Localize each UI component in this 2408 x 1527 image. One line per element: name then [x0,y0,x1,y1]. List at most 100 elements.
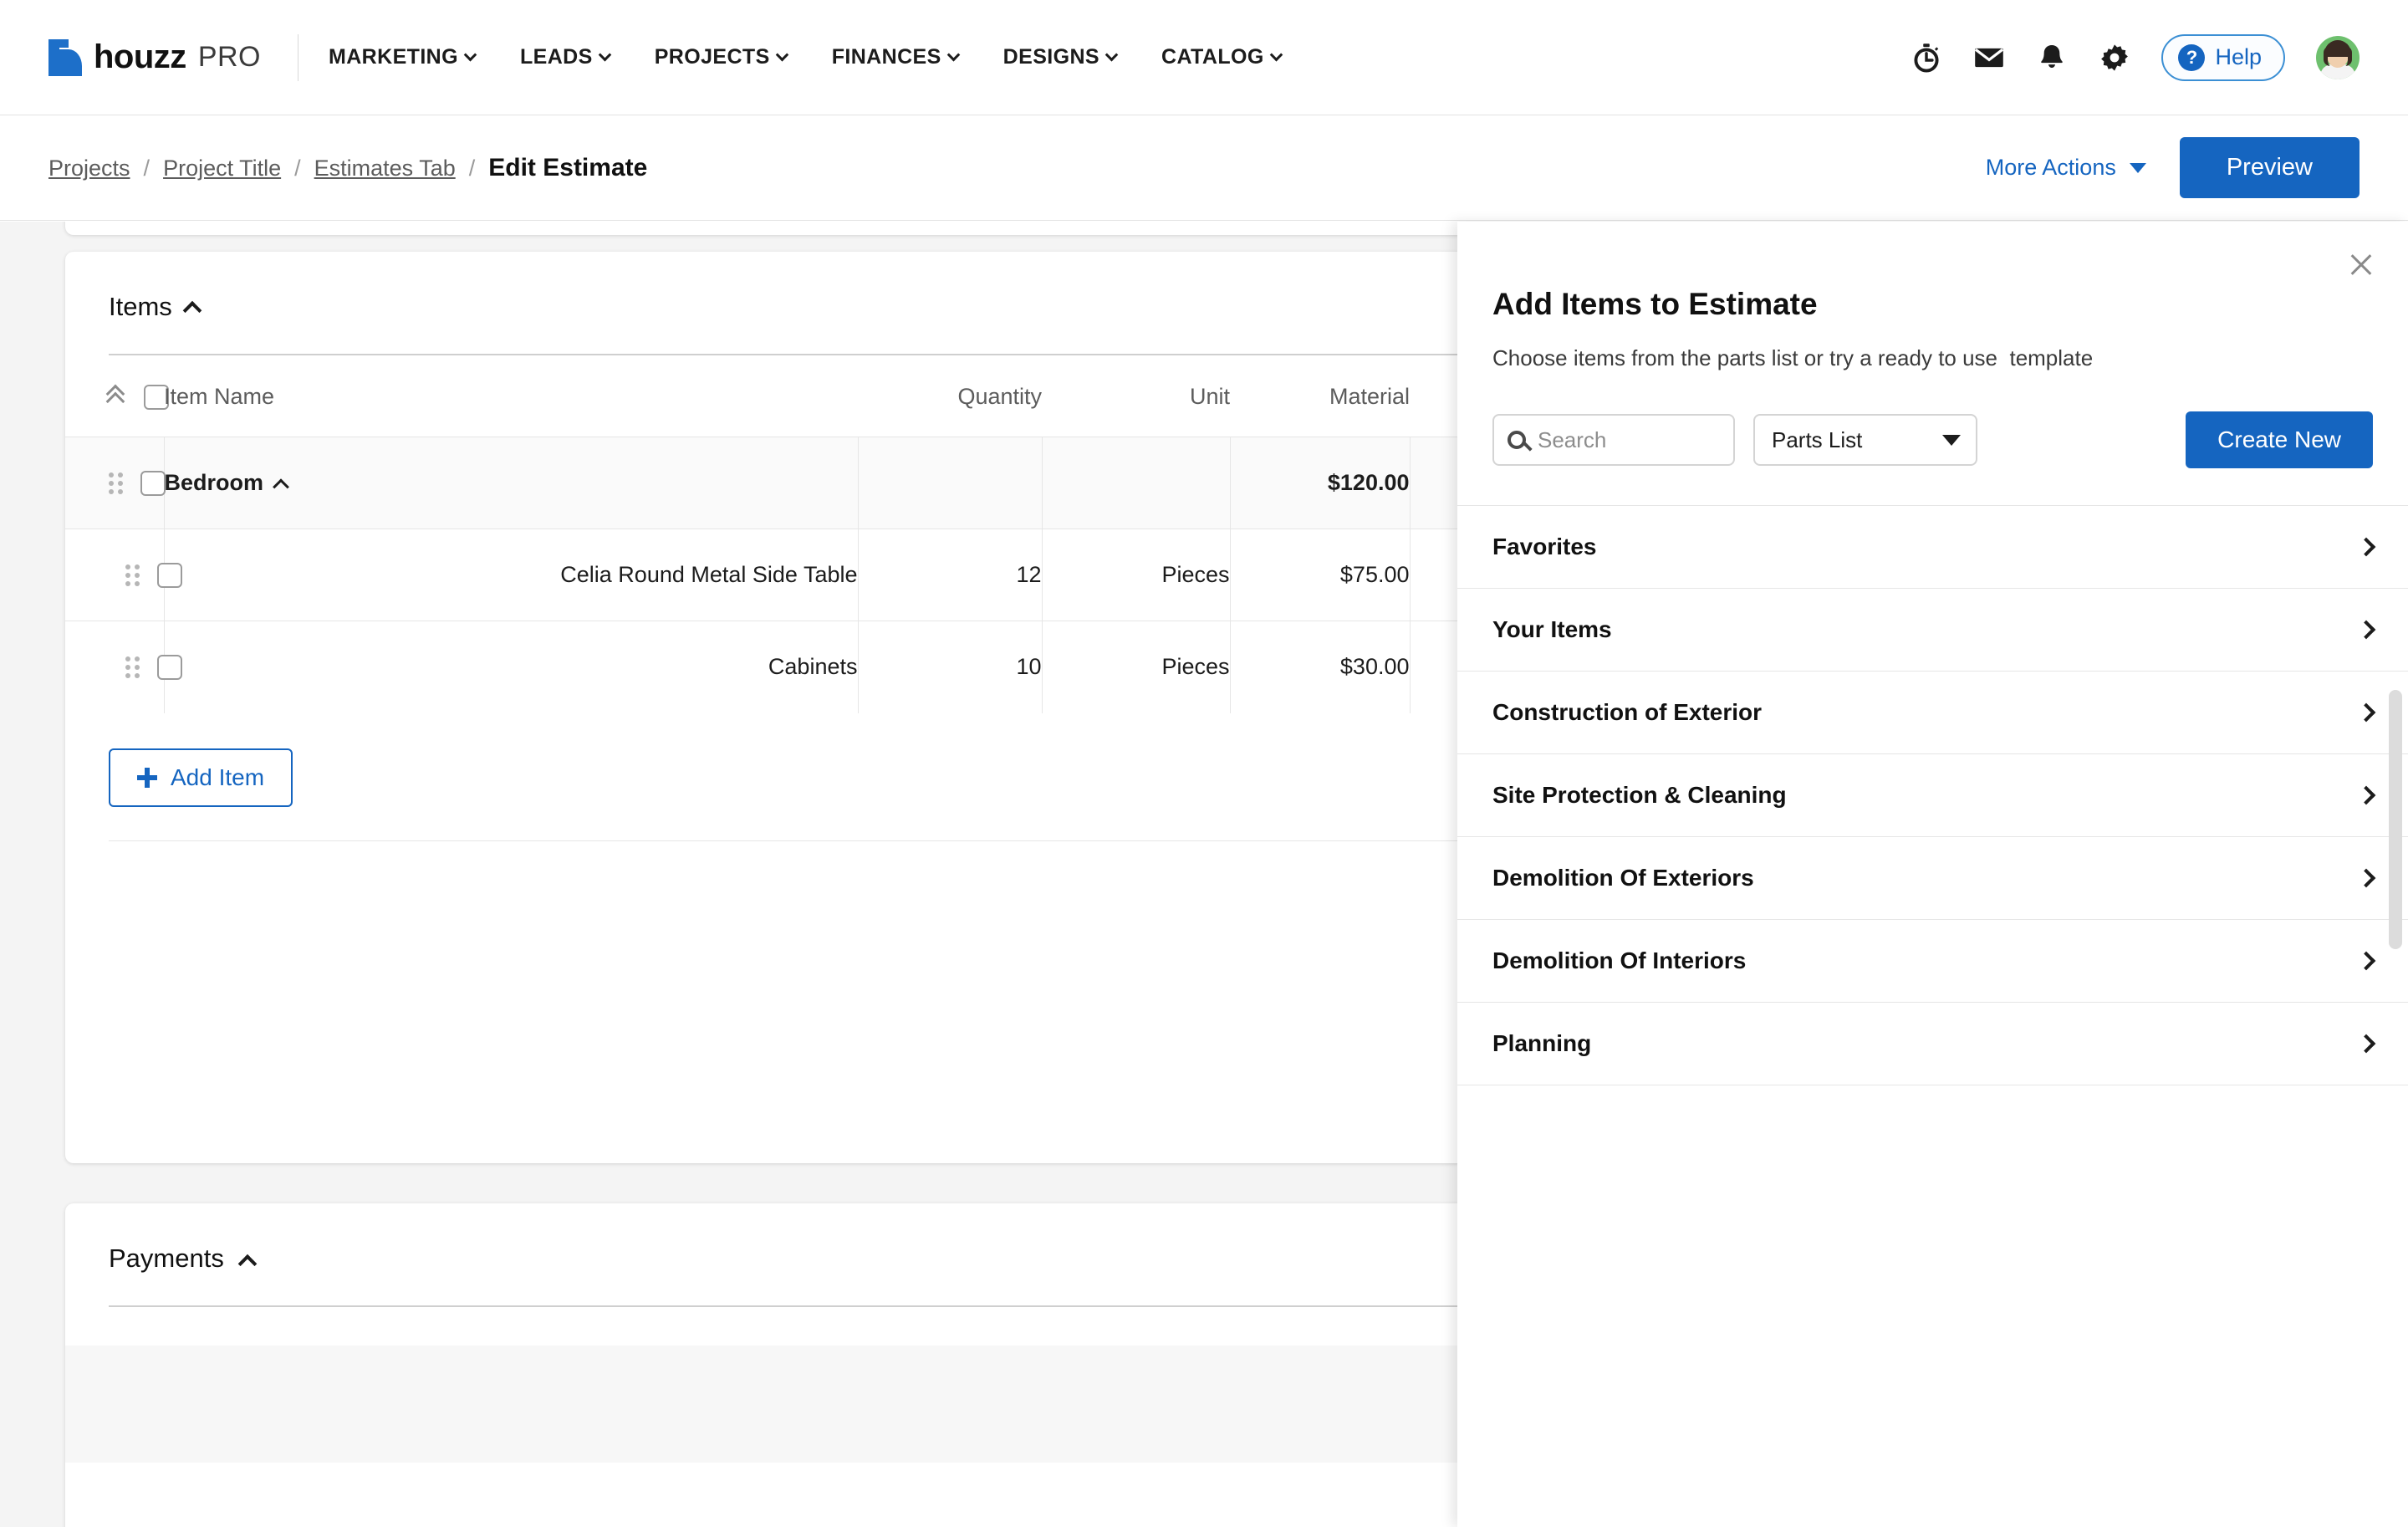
category-label: Planning [1492,1030,1592,1056]
nav-item-label: PROJECTS [654,45,770,69]
nav-item-designs[interactable]: DESIGNS [1002,45,1119,69]
chevron-down-icon [2129,162,2146,173]
category-item-favorites[interactable]: Favorites [1457,506,2408,589]
help-button[interactable]: ? Help [2161,33,2285,81]
help-button-label: Help [2215,44,2262,69]
nav-item-leads[interactable]: LEADS [519,45,611,69]
top-navigation-bar: houzz PRO MARKETING LEADS PROJECTS FINAN… [0,0,2408,115]
category-list: Favorites Your Items Construction of Ext… [1457,505,2408,1085]
nav-item-label: DESIGNS [1002,45,1099,69]
chevron-down-icon [775,48,788,62]
breadcrumb-link-project-title[interactable]: Project Title [163,156,281,181]
page-title: Edit Estimate [488,153,648,181]
group-name-label: Bedroom [164,470,264,495]
nav-item-projects[interactable]: PROJECTS [654,45,788,69]
category-label: Your Items [1492,616,1612,642]
breadcrumb-separator: / [143,155,150,181]
logo-brand-text: houzz [94,38,186,75]
row-quantity-cell: 10 [858,621,1043,713]
column-header-item-name: Item Name [164,384,275,409]
chevron-up-icon[interactable] [237,1254,258,1274]
row-material-cell: $120.00 [1230,437,1411,529]
drag-handle-icon[interactable] [109,472,124,494]
column-header-unit: Unit [1189,384,1230,409]
category-label: Construction of Exterior [1492,699,1763,725]
category-label: Demolition Of Exteriors [1492,865,1754,891]
more-actions-dropdown[interactable]: More Actions [1986,155,2146,181]
row-checkbox[interactable] [157,654,182,680]
nav-item-label: FINANCES [831,45,941,69]
column-header-quantity: Quantity [957,384,1042,409]
chevron-right-icon [2356,868,2376,888]
preview-button[interactable]: Preview [2179,137,2360,198]
breadcrumb-actions: More Actions Preview [1986,137,2360,198]
chevron-down-icon [463,48,477,62]
nav-item-marketing[interactable]: MARKETING [329,45,477,69]
houzz-logo-icon [48,38,82,76]
breadcrumb-link-estimates-tab[interactable]: Estimates Tab [314,156,456,181]
chevron-down-icon [946,48,960,62]
row-checkbox[interactable] [140,470,166,496]
category-item-demolition-of-interiors[interactable]: Demolition Of Interiors [1457,920,2408,1003]
add-items-panel: Add Items to Estimate Choose items from … [1457,222,2408,1527]
category-item-your-items[interactable]: Your Items [1457,589,2408,672]
nav-right-actions: ? Help [1911,33,2360,81]
row-quantity-cell [858,437,1043,529]
nav-item-label: LEADS [519,45,593,69]
collapse-all-icon[interactable] [105,384,125,411]
chevron-up-icon[interactable] [273,478,289,495]
row-quantity-cell: 12 [858,529,1043,621]
items-section-title: Items [109,292,172,321]
add-item-label: Add Item [171,764,265,790]
drag-handle-icon[interactable] [125,656,140,678]
row-checkbox[interactable] [157,562,182,588]
category-item-site-protection-cleaning[interactable]: Site Protection & Cleaning [1457,754,2408,837]
panel-title: Add Items to Estimate [1492,287,1818,321]
chevron-down-icon [1269,48,1283,62]
close-icon[interactable] [2344,248,2378,282]
chevron-up-icon[interactable] [182,300,202,320]
panel-scrollbar-thumb[interactable] [2389,690,2402,949]
breadcrumb-link-projects[interactable]: Projects [48,156,130,181]
bell-icon[interactable] [2036,42,2068,74]
row-handle-cell [65,529,182,621]
chevron-right-icon [2356,702,2376,723]
more-actions-label: More Actions [1985,155,2116,180]
category-item-construction-of-exterior[interactable]: Construction of Exterior [1457,672,2408,754]
breadcrumb-separator: / [294,155,301,181]
chevron-down-icon [598,48,611,62]
row-item-name-cell: Celia Round Metal Side Table [164,529,859,621]
chevron-down-icon [1942,434,1961,446]
panel-controls: Parts List Create New [1457,371,2408,468]
stopwatch-icon[interactable] [1911,42,1942,74]
search-icon [1508,431,1526,449]
category-item-planning[interactable]: Planning [1457,1003,2408,1085]
add-item-button[interactable]: Add Item [109,748,293,807]
plus-icon [137,767,157,788]
houzz-pro-logo[interactable]: houzz PRO [48,38,261,76]
select-all-cell [65,355,169,437]
search-input[interactable] [1538,426,1720,453]
row-material-cell: $75.00 [1230,529,1411,621]
drag-handle-icon[interactable] [125,564,140,586]
gear-icon[interactable] [2099,42,2130,74]
search-box[interactable] [1492,414,1735,466]
payments-section-title: Payments [109,1244,224,1273]
user-avatar[interactable] [2316,35,2360,79]
chevron-right-icon [2356,1034,2376,1054]
envelope-icon[interactable] [1973,42,2005,74]
create-new-button[interactable]: Create New [2186,411,2373,468]
chevron-right-icon [2356,620,2376,640]
nav-item-finances[interactable]: FINANCES [831,45,960,69]
panel-subtitle: Choose items from the parts list or try … [1492,345,2094,370]
nav-item-catalog[interactable]: CATALOG [1161,45,1283,69]
chevron-right-icon [2356,537,2376,557]
category-label: Site Protection & Cleaning [1492,782,1787,808]
parts-list-select[interactable]: Parts List [1753,414,1977,466]
category-item-demolition-of-exteriors[interactable]: Demolition Of Exteriors [1457,837,2408,920]
row-unit-cell: Pieces [1042,529,1231,621]
breadcrumb: Projects / Project Title / Estimates Tab… [48,154,647,182]
question-mark-icon: ? [2178,43,2206,71]
row-material-cell: $30.00 [1230,621,1411,713]
chevron-down-icon [1105,48,1119,62]
